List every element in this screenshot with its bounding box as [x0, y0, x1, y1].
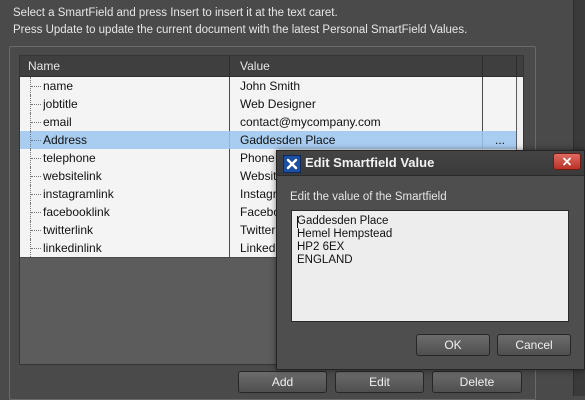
field-name: email [43, 115, 72, 129]
field-value: Web Designer [240, 97, 316, 111]
app-x-icon [283, 155, 301, 173]
delete-button[interactable]: Delete [432, 371, 522, 393]
table-header: Name Value [20, 56, 523, 77]
instruction-insert: Select a SmartField and press Insert to … [13, 7, 338, 19]
table-row[interactable]: name John Smith [20, 77, 516, 96]
cancel-button[interactable]: Cancel [497, 334, 571, 356]
field-name: jobtitle [43, 97, 78, 111]
value-line: Gaddesden Place [297, 215, 389, 227]
dialog-title-bar[interactable]: Edit Smartfield Value [277, 151, 584, 176]
field-value: contact@mycompany.com [240, 115, 381, 129]
field-name: instagramlink [43, 187, 114, 201]
field-value: John Smith [240, 79, 301, 93]
dialog-title: Edit Smartfield Value [305, 155, 435, 170]
edit-smartfield-dialog: Edit Smartfield Value Edit the value of … [276, 150, 585, 370]
edit-ellipsis[interactable] [490, 95, 510, 113]
table-row[interactable]: email contact@mycompany.com [20, 113, 516, 132]
edit-ellipsis[interactable] [490, 113, 510, 131]
close-button[interactable] [553, 153, 581, 170]
smartfield-value-textarea[interactable]: Gaddesden Place Hemel Hempstead HP2 6EX … [291, 210, 569, 322]
field-name: twitterlink [43, 223, 94, 237]
text-caret [297, 216, 298, 228]
table-row-selected[interactable]: Address Gaddesden Place ... [20, 131, 516, 150]
field-name: linkedinlink [43, 241, 102, 255]
dialog-instruction: Edit the value of the Smartfield [290, 191, 447, 203]
value-line: HP2 6EX [297, 241, 345, 253]
value-line: Hemel Hempstead [297, 228, 393, 240]
column-header-value[interactable]: Value [240, 56, 270, 76]
ok-button[interactable]: OK [416, 334, 490, 356]
edit-button[interactable]: Edit [335, 371, 424, 393]
field-name: websitelink [43, 169, 102, 183]
add-button[interactable]: Add [238, 371, 327, 393]
field-name: telephone [43, 151, 96, 165]
instruction-update: Press Update to update the current docum… [13, 24, 468, 36]
field-name: name [43, 79, 74, 93]
table-row[interactable]: jobtitle Web Designer [20, 95, 516, 114]
edit-ellipsis-button[interactable]: ... [490, 131, 510, 149]
field-name: Address [43, 133, 88, 147]
field-name: facebooklink [43, 205, 110, 219]
close-icon [563, 157, 571, 166]
value-line: ENGLAND [297, 254, 353, 266]
edit-ellipsis[interactable] [490, 77, 510, 95]
column-header-name[interactable]: Name [28, 56, 60, 76]
field-value: Gaddesden Place [240, 133, 336, 147]
